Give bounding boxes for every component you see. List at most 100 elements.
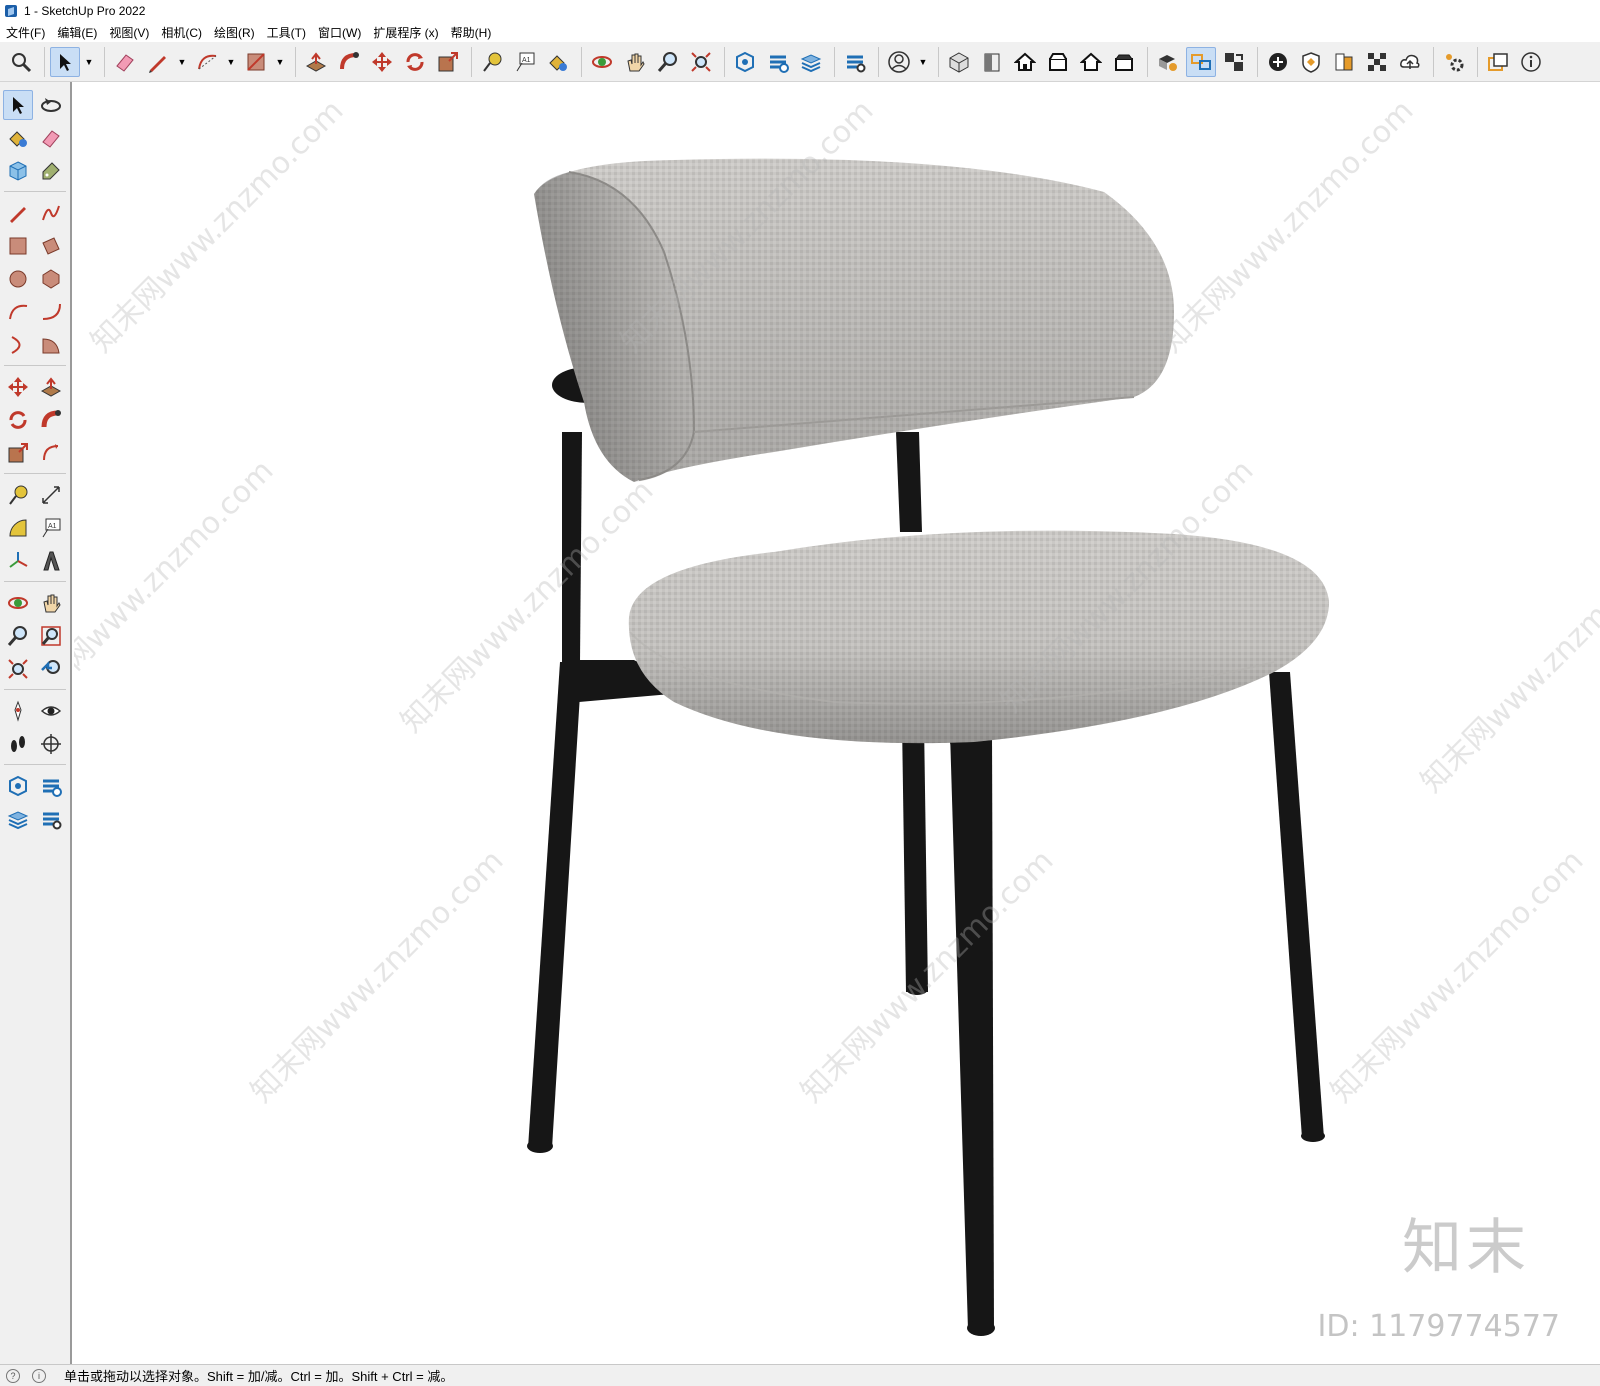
chevron-down-icon[interactable]: ▼ xyxy=(83,47,95,77)
text-tool-icon[interactable]: A1 xyxy=(36,513,66,543)
move-tool-icon[interactable] xyxy=(3,372,33,402)
tag-tool-icon[interactable] xyxy=(36,156,66,186)
paint-icon[interactable] xyxy=(543,47,573,77)
back-view-icon[interactable] xyxy=(1076,47,1106,77)
freehand-tool-icon[interactable] xyxy=(36,198,66,228)
pushpull-icon[interactable] xyxy=(301,47,331,77)
pan-icon[interactable] xyxy=(620,47,650,77)
arc-tool-icon[interactable] xyxy=(3,297,33,327)
pushpull-tool-icon[interactable] xyxy=(36,372,66,402)
extension-manager-tool-icon[interactable] xyxy=(36,804,66,834)
credits-icon[interactable]: i xyxy=(32,1368,46,1383)
rotate-tool-icon[interactable] xyxy=(3,405,33,435)
front-view-icon[interactable] xyxy=(1010,47,1040,77)
shield-icon[interactable] xyxy=(1296,47,1326,77)
rotate-icon[interactable] xyxy=(400,47,430,77)
scale-icon[interactable] xyxy=(433,47,463,77)
scale-tool-icon[interactable] xyxy=(3,438,33,468)
arc3-tool-icon[interactable] xyxy=(3,330,33,360)
zoom-extents-tool-icon[interactable] xyxy=(3,654,33,684)
model-viewport[interactable]: 知末网www.znzmo.com 知末网www.znzmo.com 知末网www… xyxy=(74,82,1600,1364)
select-icon[interactable] xyxy=(50,46,80,77)
orbit-icon[interactable] xyxy=(587,47,617,77)
component-tool-icon[interactable] xyxy=(3,156,33,186)
followme-tool-icon[interactable] xyxy=(36,405,66,435)
rectangle-icon[interactable] xyxy=(241,47,271,77)
chevron-down-icon[interactable]: ▼ xyxy=(917,47,929,77)
line-tool-icon[interactable] xyxy=(3,198,33,228)
dimension-tool-icon[interactable] xyxy=(36,480,66,510)
material-icon[interactable] xyxy=(1329,47,1359,77)
chevron-down-icon[interactable]: ▼ xyxy=(225,47,237,77)
gear-icon[interactable] xyxy=(1439,47,1469,77)
chevron-down-icon[interactable]: ▼ xyxy=(176,47,188,77)
followme-icon[interactable] xyxy=(334,47,364,77)
3dtext-tool-icon[interactable] xyxy=(36,546,66,576)
layers-icon[interactable] xyxy=(796,47,826,77)
iso-view-icon[interactable] xyxy=(944,47,974,77)
style-icon[interactable] xyxy=(1153,47,1183,77)
protractor-tool-icon[interactable] xyxy=(3,513,33,543)
right-view-icon[interactable] xyxy=(1043,47,1073,77)
axes-tool-icon[interactable] xyxy=(3,546,33,576)
previous-tool-icon[interactable] xyxy=(36,654,66,684)
zoom-icon[interactable] xyxy=(653,47,683,77)
warehouse-icon[interactable] xyxy=(730,47,760,77)
top-view-icon[interactable] xyxy=(977,47,1007,77)
zoom-tool-icon[interactable] xyxy=(3,621,33,651)
eraser-icon[interactable] xyxy=(110,47,140,77)
menu-window[interactable]: 窗口(W) xyxy=(318,24,361,41)
menu-edit[interactable]: 编辑(E) xyxy=(57,24,97,41)
orbit-tool-icon[interactable] xyxy=(36,90,66,120)
tape-tool-icon[interactable] xyxy=(3,480,33,510)
polygon-tool-icon[interactable] xyxy=(36,264,66,294)
left-view-icon[interactable] xyxy=(1109,47,1139,77)
chevron-down-icon[interactable]: ▼ xyxy=(274,47,286,77)
zoom-extents-icon[interactable] xyxy=(686,47,716,77)
layout-tool-icon[interactable] xyxy=(3,804,33,834)
walk-tool-icon[interactable] xyxy=(3,729,33,759)
orbit2-tool-icon[interactable] xyxy=(3,588,33,618)
position-camera-tool-icon[interactable] xyxy=(3,696,33,726)
pencil-icon[interactable] xyxy=(143,47,173,77)
arc-icon[interactable] xyxy=(192,47,222,77)
move-icon[interactable] xyxy=(367,47,397,77)
extension-icon[interactable] xyxy=(763,47,793,77)
settings-icon[interactable] xyxy=(840,47,870,77)
section-tool-icon[interactable] xyxy=(36,729,66,759)
lookaround-tool-icon[interactable] xyxy=(36,696,66,726)
paint-tool-icon[interactable] xyxy=(3,123,33,153)
menu-tools[interactable]: 工具(T) xyxy=(267,24,306,41)
circle-tool-icon[interactable] xyxy=(3,264,33,294)
checker-icon[interactable] xyxy=(1362,47,1392,77)
search-icon[interactable] xyxy=(6,47,36,77)
info-icon[interactable] xyxy=(1516,47,1546,77)
chair-model[interactable] xyxy=(74,82,1600,1364)
cloud-upload-icon[interactable] xyxy=(1395,47,1425,77)
add-icon[interactable] xyxy=(1263,47,1293,77)
pan-tool-icon[interactable] xyxy=(36,588,66,618)
scene-icon[interactable] xyxy=(1219,47,1249,77)
arc2-tool-icon[interactable] xyxy=(36,297,66,327)
menu-help[interactable]: 帮助(H) xyxy=(451,24,492,41)
extension-warehouse-tool-icon[interactable] xyxy=(36,771,66,801)
menu-draw[interactable]: 绘图(R) xyxy=(214,24,255,41)
offset-tool-icon[interactable] xyxy=(36,438,66,468)
eraser-tool-icon[interactable] xyxy=(36,123,66,153)
zoom-window-tool-icon[interactable] xyxy=(36,621,66,651)
rotated-rect-tool-icon[interactable] xyxy=(36,231,66,261)
menu-camera[interactable]: 相机(C) xyxy=(161,24,202,41)
text-icon[interactable]: A1 xyxy=(510,47,540,77)
select-tool-icon[interactable] xyxy=(3,89,33,120)
user-icon[interactable] xyxy=(884,47,914,77)
tape-icon[interactable] xyxy=(477,47,507,77)
window-icon[interactable] xyxy=(1483,47,1513,77)
geo-location-icon[interactable]: ? xyxy=(6,1368,20,1383)
menu-extensions[interactable]: 扩展程序 (x) xyxy=(373,24,438,41)
rectangle-tool-icon[interactable] xyxy=(3,231,33,261)
menu-file[interactable]: 文件(F) xyxy=(6,24,45,41)
pie-tool-icon[interactable] xyxy=(36,330,66,360)
warehouse-tool-icon[interactable] xyxy=(3,771,33,801)
sync-icon[interactable] xyxy=(1186,46,1216,77)
menu-view[interactable]: 视图(V) xyxy=(109,24,149,41)
